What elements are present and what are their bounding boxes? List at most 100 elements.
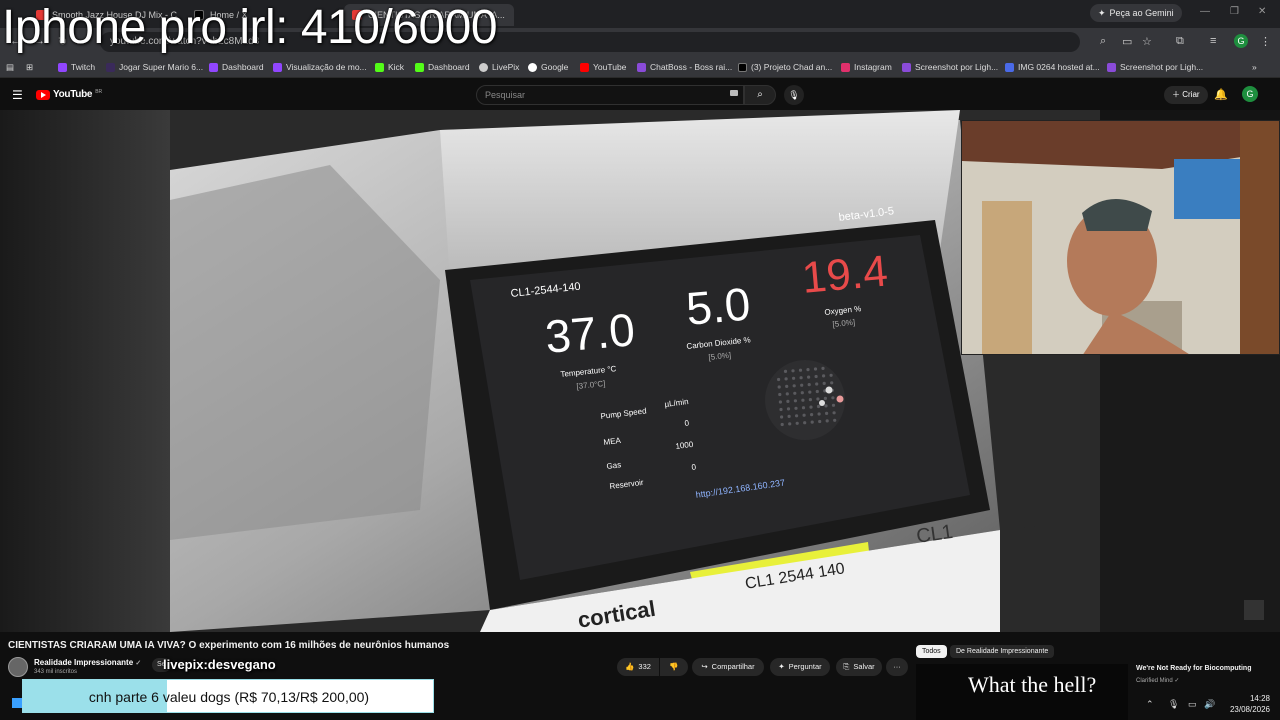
well-dot	[778, 400, 783, 404]
bookmark-screenshot-1[interactable]: Screenshot por Ligh...	[902, 60, 998, 74]
well-dot	[814, 374, 818, 379]
pump-row-value: 0	[684, 418, 690, 428]
thumbs-up-icon: 👍	[625, 662, 635, 671]
more-icon: ···	[893, 662, 901, 671]
bookmark-livepix[interactable]: LivePix	[479, 60, 519, 74]
bookmark-youtube[interactable]: YouTube	[580, 60, 626, 74]
well-dot	[830, 381, 834, 385]
well-dot	[832, 411, 836, 415]
country-code: BR	[95, 88, 103, 95]
bookmark-label: Jogar Super Mario 6...	[119, 62, 204, 72]
well-dot	[831, 403, 836, 407]
share-button[interactable]: ↪ Compartilhar	[692, 658, 764, 676]
chip-all[interactable]: Todos	[916, 645, 947, 658]
microphone-icon[interactable]: 🎙	[1168, 699, 1179, 710]
kebab-menu-icon[interactable]: ⋮	[1260, 35, 1271, 48]
well-dot	[807, 375, 811, 379]
chip-from-channel[interactable]: De Realidade Impressionante	[950, 645, 1055, 658]
taskbar-clock[interactable]: 14:28 23/08/2026	[1224, 693, 1270, 715]
search-button[interactable]: ⌕	[744, 85, 776, 105]
bookmark-screenshot-2[interactable]: Screenshot por Ligh...	[1107, 60, 1203, 74]
bookmark-twitch[interactable]: Twitch	[58, 60, 95, 74]
star-icon[interactable]: ☆	[1142, 35, 1152, 48]
close-window-icon[interactable]: ✕	[1258, 6, 1266, 17]
bookmark-google[interactable]: Google	[528, 60, 568, 74]
bookmark-label: (3) Projeto Chad an...	[751, 62, 833, 72]
hamburger-menu-icon[interactable]: ☰	[12, 88, 23, 102]
keyboard-icon[interactable]	[730, 90, 738, 96]
well-dot	[813, 367, 818, 371]
chatboss-icon	[637, 62, 646, 72]
browser-profile-avatar[interactable]: G	[1234, 34, 1248, 48]
well-dot	[816, 397, 820, 401]
extensions-icon[interactable]: ⧉	[1176, 35, 1184, 48]
donation-goal-bar: cnh parte 6 valeu dogs (R$ 70,13/R$ 200,…	[22, 679, 434, 713]
well-dot	[784, 377, 788, 381]
recommended-video-thumbnail[interactable]: What the hell?	[916, 664, 1128, 720]
recommended-video-channel: Clarified Mind ✓	[1136, 677, 1179, 684]
well-dot	[815, 382, 819, 386]
like-button[interactable]: 👍 332	[617, 658, 659, 676]
bookmarks-panel-icon[interactable]: ▤	[6, 60, 14, 74]
bookmark-label: Screenshot por Ligh...	[1120, 62, 1204, 72]
well-dot	[793, 391, 797, 395]
youtube-logo[interactable]: YouTube BR	[36, 89, 102, 100]
recommended-video-title[interactable]: We're Not Ready for Biocomputing	[1136, 665, 1252, 672]
video-title: CIENTISTAS CRIARAM UMA IA VIVA? O experi…	[8, 640, 450, 651]
bookmark-projeto-chad[interactable]: (3) Projeto Chad an...	[738, 60, 832, 74]
zoom-icon[interactable]: ⌕	[1100, 35, 1106, 48]
save-button[interactable]: ⎘ Salvar	[836, 658, 882, 676]
search-input[interactable]: Pesquisar	[476, 85, 744, 105]
clock-time: 14:28	[1249, 694, 1270, 703]
youtube-account-avatar[interactable]: G	[1242, 86, 1258, 102]
bookmark-kick[interactable]: Kick	[375, 60, 404, 74]
windows-start-icon[interactable]	[12, 698, 22, 708]
x-icon	[738, 62, 747, 72]
maximize-icon[interactable]: ❐	[1230, 6, 1239, 17]
gemini-button[interactable]: ✦ Peça ao Gemini	[1090, 4, 1182, 22]
verified-icon: ✓	[1174, 678, 1180, 684]
chevron-up-icon[interactable]: ⌃	[1146, 699, 1154, 710]
notifications-bell-icon[interactable]: 🔔	[1214, 88, 1228, 101]
chevron-right-icon[interactable]: »	[1252, 60, 1257, 74]
well-dot	[823, 396, 828, 400]
voice-search-button[interactable]: 🎙	[784, 85, 804, 105]
apps-grid-icon[interactable]: ⊞	[26, 60, 33, 74]
youtube-header: ☰ YouTube BR Pesquisar ⌕ 🎙 ＋ Criar 🔔 G	[0, 80, 1280, 110]
ask-button[interactable]: ✦ Perguntar	[770, 658, 830, 676]
bookmark-img[interactable]: IMG 0264 hosted at...	[1005, 60, 1100, 74]
more-actions-button[interactable]: ···	[886, 658, 908, 676]
channel-name-text: Realidade Impressionante	[34, 658, 134, 667]
gemini-label: Peça ao Gemini	[1109, 8, 1174, 18]
bookmark-dashboard-kick[interactable]: Dashboard	[415, 60, 470, 74]
well-dot	[792, 376, 796, 380]
bookmark-mario[interactable]: Jogar Super Mario 6...	[106, 60, 203, 74]
dislike-button[interactable]: 👎	[660, 658, 688, 676]
co2-value: 5.0	[684, 277, 753, 335]
share-icon: ↪	[701, 662, 708, 671]
create-button[interactable]: ＋ Criar	[1164, 86, 1208, 104]
well-dot	[822, 374, 826, 378]
bookmark-dashboard-twitch[interactable]: Dashboard	[209, 60, 264, 74]
microphone-icon: 🎙	[788, 90, 800, 100]
minimize-icon[interactable]: —	[1200, 6, 1210, 17]
well-dot	[800, 391, 804, 395]
well-dot	[822, 381, 826, 385]
pump-row-value: 0	[691, 462, 697, 472]
bookmarks-bar: ▤ ⊞ Twitch Jogar Super Mario 6... Dashbo…	[0, 56, 1280, 78]
bookmark-visualizacao[interactable]: Visualização de mo...	[273, 60, 367, 74]
volume-icon[interactable]: 🔊	[1204, 699, 1215, 710]
channel-avatar[interactable]	[8, 657, 28, 677]
ask-label: Perguntar	[788, 662, 822, 671]
verified-icon: ✓	[135, 660, 142, 667]
network-icon[interactable]: ▭	[1188, 699, 1197, 710]
reading-list-icon[interactable]: ≡	[1210, 35, 1216, 47]
bookmark-chatboss[interactable]: ChatBoss - Boss rai...	[637, 60, 732, 74]
search-icon: ⌕	[757, 89, 763, 100]
share-label: Compartilhar	[711, 662, 755, 671]
bookmark-instagram[interactable]: Instagram	[841, 60, 892, 74]
channel-name[interactable]: Realidade Impressionante ✓	[34, 658, 141, 667]
cast-icon[interactable]: ▭	[1122, 35, 1132, 48]
plus-icon: ＋	[1172, 90, 1183, 99]
well-dot	[801, 406, 806, 410]
